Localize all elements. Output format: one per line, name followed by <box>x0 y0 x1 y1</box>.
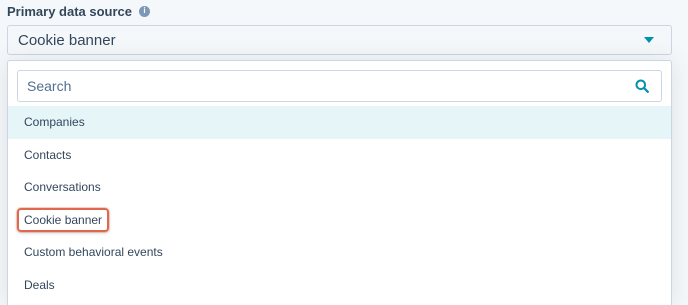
search-icon[interactable] <box>627 71 657 101</box>
primary-data-source-select[interactable]: Cookie banner <box>7 25 672 55</box>
field-label-row: Primary data source i <box>7 2 151 20</box>
option-cookie-banner[interactable]: Cookie banner <box>8 204 671 237</box>
option-contacts[interactable]: Contacts <box>8 139 671 172</box>
option-label: Cookie banner <box>17 207 110 232</box>
option-companies[interactable]: Companies <box>8 106 671 139</box>
option-label: Deals <box>24 277 55 292</box>
caret-down-icon[interactable] <box>644 37 654 43</box>
option-label: Companies <box>24 115 85 130</box>
option-deals[interactable]: Deals <box>8 269 671 302</box>
selected-value: Cookie banner <box>18 31 116 49</box>
option-label: Custom behavioral events <box>24 245 163 260</box>
info-icon[interactable]: i <box>139 5 151 17</box>
search-box <box>17 70 662 102</box>
option-label: Contacts <box>24 147 72 162</box>
options-list: Companies Contacts Conversations Cookie … <box>8 106 671 301</box>
option-custom-behavioral-events[interactable]: Custom behavioral events <box>8 236 671 269</box>
option-conversations[interactable]: Conversations <box>8 171 671 204</box>
option-label: Conversations <box>24 180 101 195</box>
search-input[interactable] <box>18 71 627 101</box>
data-source-dropdown: Companies Contacts Conversations Cookie … <box>7 60 672 305</box>
primary-data-source-label: Primary data source <box>7 3 133 19</box>
